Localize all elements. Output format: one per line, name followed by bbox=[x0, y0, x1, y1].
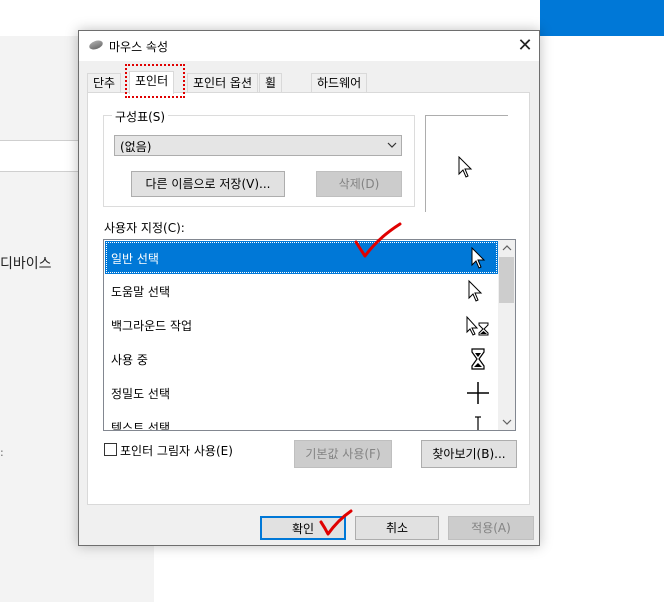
list-item[interactable]: 정밀도 선택 bbox=[105, 376, 498, 409]
customize-label: 사용자 지정(C): bbox=[104, 221, 185, 235]
scheme-dropdown[interactable]: (없음) bbox=[114, 135, 402, 156]
list-item-label: 텍스트 선택 bbox=[111, 421, 171, 431]
scroll-up-icon[interactable] bbox=[498, 240, 515, 257]
mouse-properties-dialog: 마우스 속성 ✕ 단추 포인터 포인터 옵션 휠 하드웨어 구성표(S) (없음… bbox=[78, 30, 540, 546]
arrow-cursor-icon bbox=[458, 156, 473, 178]
mouse-icon bbox=[88, 38, 104, 52]
tab-buttons[interactable]: 단추 bbox=[87, 73, 122, 93]
tab-pointer-options[interactable]: 포인터 옵션 bbox=[187, 73, 259, 93]
annotation-check-icon bbox=[354, 222, 402, 258]
list-item-label: 정밀도 선택 bbox=[111, 387, 171, 401]
scroll-thumb[interactable] bbox=[499, 257, 514, 303]
scroll-down-icon[interactable] bbox=[498, 413, 515, 430]
cancel-button[interactable]: 취소 bbox=[355, 516, 439, 540]
list-item[interactable]: 일반 선택 bbox=[105, 241, 498, 274]
tab-hardware[interactable]: 하드웨어 bbox=[311, 73, 368, 93]
list-item-label: 일반 선택 bbox=[111, 252, 159, 266]
cursor-list[interactable]: 일반 선택 도움말 선택 백그라운드 작업 사용 중 정밀도 선택 텍스트 선택 bbox=[103, 239, 516, 431]
background-divider bbox=[0, 171, 78, 172]
background-field bbox=[0, 141, 78, 171]
text-beam-cursor-icon bbox=[475, 416, 481, 430]
delete-button[interactable]: 삭제(D) bbox=[316, 171, 402, 197]
list-item[interactable]: 사용 중 bbox=[105, 342, 498, 375]
help-cursor-icon bbox=[468, 279, 483, 302]
tab-wheel[interactable]: 휠 bbox=[259, 73, 283, 93]
annotation-check-icon bbox=[319, 509, 353, 536]
list-item[interactable]: 텍스트 선택 bbox=[105, 410, 498, 431]
crosshair-cursor-icon bbox=[467, 382, 489, 404]
list-item[interactable]: 백그라운드 작업 bbox=[105, 308, 498, 341]
cursor-preview bbox=[425, 115, 508, 212]
background-text: : bbox=[0, 446, 4, 459]
pointer-shadow-label[interactable]: 포인터 그림자 사용(E) bbox=[120, 442, 233, 459]
list-item[interactable]: 도움말 선택 bbox=[105, 274, 498, 307]
close-icon: ✕ bbox=[517, 35, 533, 56]
list-item-label: 백그라운드 작업 bbox=[111, 319, 193, 333]
chevron-down-icon bbox=[387, 137, 397, 156]
background-accent-bar bbox=[540, 0, 664, 36]
browse-button[interactable]: 찾아보기(B)... bbox=[421, 440, 517, 468]
dialog-title: 마우스 속성 bbox=[109, 40, 169, 54]
list-scrollbar[interactable] bbox=[498, 240, 515, 430]
background-sidebar-item-devices[interactable]: 디바이스 bbox=[0, 253, 52, 273]
busy-hourglass-icon bbox=[471, 348, 485, 370]
use-default-button[interactable]: 기본값 사용(F) bbox=[294, 440, 392, 468]
pointer-shadow-checkbox[interactable] bbox=[104, 443, 117, 456]
scheme-label: 구성표(S) bbox=[112, 108, 169, 125]
pointers-panel: 구성표(S) (없음) 다른 이름으로 저장(V)... 삭제(D) 사용자 지… bbox=[87, 92, 530, 505]
background-divider bbox=[0, 140, 78, 141]
save-as-button[interactable]: 다른 이름으로 저장(V)... bbox=[131, 171, 285, 197]
list-item-label: 사용 중 bbox=[111, 353, 148, 367]
scheme-value: (없음) bbox=[120, 140, 152, 154]
close-button[interactable]: ✕ bbox=[515, 35, 535, 57]
scheme-group: 구성표(S) (없음) 다른 이름으로 저장(V)... 삭제(D) bbox=[103, 108, 415, 207]
title-bar[interactable]: 마우스 속성 ✕ bbox=[79, 31, 539, 61]
apply-button[interactable]: 적용(A) bbox=[448, 516, 534, 540]
list-item-label: 도움말 선택 bbox=[111, 285, 171, 299]
highlight-annotation bbox=[125, 64, 185, 98]
arrow-cursor-icon bbox=[471, 246, 486, 269]
working-cursor-icon bbox=[466, 315, 489, 336]
